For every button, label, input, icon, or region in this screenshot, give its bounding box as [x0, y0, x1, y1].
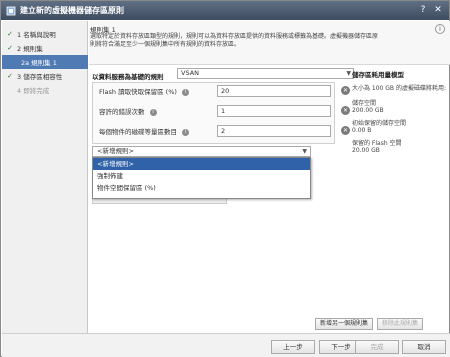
info-icon[interactable]: i — [182, 88, 189, 96]
rule-value-input[interactable]: 1 — [217, 105, 331, 117]
rule-name: 每個物件的磁碟等量區數目 — [99, 128, 177, 136]
storage-value: 0.00 B — [352, 127, 372, 134]
add-rule-select[interactable]: <新增規則> ▼ — [92, 146, 311, 157]
info-icon[interactable]: i — [435, 24, 445, 34]
rule-value-input[interactable]: 20 — [217, 85, 331, 97]
help-icon[interactable]: ? — [418, 5, 428, 15]
finish-button[interactable]: 完成 — [355, 340, 399, 354]
step-label: 2 規則集 — [17, 45, 43, 53]
remove-ruleset-button[interactable]: 移除此規則集 — [377, 318, 424, 330]
wizard-steps: ✓ 1 名稱與說明 ✓ 2 規則集 2a 規則集 1 ✓ 3 儲存區相容性 4 … — [2, 21, 88, 333]
storage-title: 儲存區耗用量模型 — [352, 71, 404, 79]
chevron-down-icon: ▼ — [346, 70, 351, 77]
step-storage-compatibility[interactable]: ✓ 3 儲存區相容性 — [2, 69, 88, 83]
policy-wizard-dialog: 建立新的虛擬機器儲存區原則 ? ✕ ✓ 1 名稱與說明 ✓ 2 規則集 2a 規… — [0, 0, 450, 357]
step-label: 4 即將完成 — [17, 87, 50, 95]
rule-row: Flash 讀取快取保留區 (%) i 20 ✕ — [97, 84, 352, 98]
step-ruleset-1[interactable]: 2a 規則集 1 — [2, 55, 88, 69]
step-rulesets[interactable]: ✓ 2 規則集 — [2, 41, 88, 55]
storage-description: 大小為 100 GB 的虛擬磁碟將耗用: — [352, 85, 446, 92]
storage-label: 初始保留的儲存空間 — [352, 120, 407, 127]
cancel-button[interactable]: 取消 — [402, 340, 446, 354]
ruleset-content: 以資料服務為基礎的規則 VSAN ▼ Flash 讀取快取保留區 (%) i 2… — [89, 66, 450, 333]
check-icon: ✓ — [7, 44, 13, 52]
policy-icon — [6, 6, 16, 15]
storage-value: 20.00 GB — [352, 147, 380, 154]
chevron-down-icon: ▼ — [302, 148, 307, 155]
remove-rule-icon[interactable]: ✕ — [341, 86, 350, 95]
rules-based-on-label: 以資料服務為基礎的規則 — [92, 73, 164, 81]
storage-label: 儲存空間 — [352, 100, 377, 107]
window-title: 建立新的虛擬機器儲存區原則 — [20, 6, 124, 15]
vendor-select[interactable]: VSAN ▼ — [177, 68, 354, 79]
step-label: 1 名稱與說明 — [17, 31, 56, 39]
close-icon[interactable]: ✕ — [433, 5, 443, 15]
remove-rule-icon[interactable]: ✕ — [341, 106, 350, 115]
add-rule-dropdown: <新增規則> 強制佈建 物件空間保留區 (%) — [92, 157, 311, 199]
step-name-description[interactable]: ✓ 1 名稱與說明 — [2, 27, 88, 41]
storage-value: 200.00 GB — [352, 107, 384, 114]
back-button[interactable]: 上一步 — [271, 340, 315, 354]
check-icon: ✓ — [7, 72, 13, 80]
wizard-footer: 上一步 下一步 完成 取消 — [2, 333, 450, 357]
rule-row: 容許的錯誤次數 i 1 ✕ — [97, 104, 352, 118]
rule-value-input[interactable]: 2 — [217, 125, 331, 137]
step-label: 3 儲存區相容性 — [17, 73, 63, 81]
step-description: 選取特定於資料存放區類型的規則，規則可以為資料存放區提供的資料服務或標籤為基礎。… — [90, 33, 379, 48]
rule-name: Flash 讀取快取保留區 (%) — [99, 88, 177, 96]
info-icon[interactable]: i — [182, 128, 190, 136]
storage-consumption-model: 儲存區耗用量模型 大小為 100 GB 的虛擬磁碟將耗用: 儲存空間 200.0… — [352, 69, 449, 157]
title-bar: 建立新的虛擬機器儲存區原則 ? ✕ — [1, 1, 449, 20]
add-ruleset-button[interactable]: 新增另一個規則集 — [315, 318, 374, 330]
check-icon: ✓ — [7, 30, 13, 38]
step-header: 規則集 1 選取特定於資料存放區類型的規則，規則可以為資料存放區提供的資料服務或… — [89, 21, 450, 65]
storage-label: 保留的 Flash 空間 — [352, 140, 402, 147]
step-ready-to-complete: 4 即將完成 — [2, 83, 88, 97]
rule-name: 容許的錯誤次數 — [99, 108, 145, 116]
dropdown-option[interactable]: 物件空間保留區 (%) — [93, 182, 310, 194]
step-label: 2a 規則集 1 — [21, 59, 57, 67]
dropdown-option[interactable]: <新增規則> — [93, 158, 310, 170]
info-icon[interactable]: i — [149, 108, 157, 116]
dropdown-option[interactable]: 強制佈建 — [93, 170, 310, 182]
rule-row: 每個物件的磁碟等量區數目 i 2 ✕ — [97, 124, 352, 138]
remove-rule-icon[interactable]: ✕ — [341, 126, 350, 135]
